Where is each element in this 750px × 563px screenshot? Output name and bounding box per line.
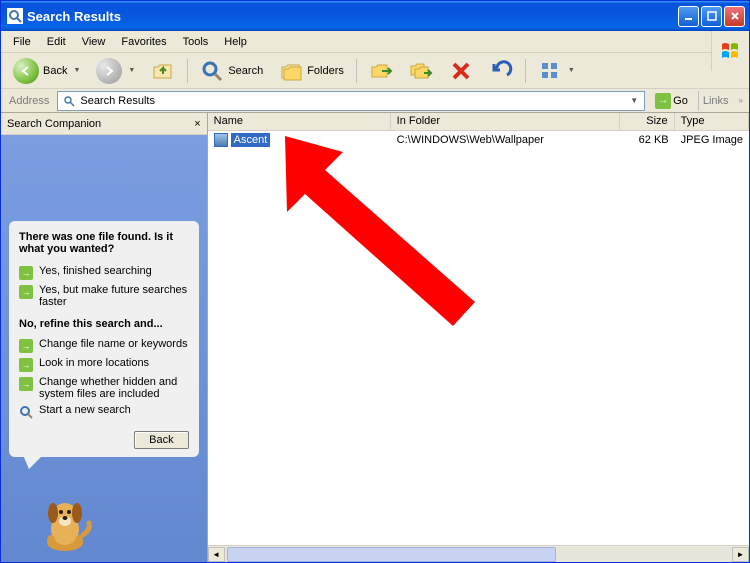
addressbar: Address Search Results ▼ → Go Links » — [1, 89, 749, 113]
menu-tools[interactable]: Tools — [175, 34, 217, 50]
opt-new-search[interactable]: Start a new search — [19, 402, 189, 421]
menu-file[interactable]: File — [5, 34, 39, 50]
scroll-track[interactable] — [225, 547, 732, 562]
search-icon — [200, 59, 224, 83]
folder-up-icon — [151, 59, 175, 83]
companion-back-button[interactable]: Back — [134, 431, 188, 449]
move-to-icon — [369, 59, 393, 83]
views-button[interactable]: ▼ — [532, 56, 581, 86]
titlebar[interactable]: Search Results — [1, 1, 749, 31]
go-icon: → — [655, 93, 671, 109]
horizontal-scrollbar[interactable]: ◄ ► — [208, 545, 749, 562]
opt-more-locations[interactable]: →Look in more locations — [19, 355, 189, 374]
image-file-icon — [214, 133, 228, 147]
links-label[interactable]: Links — [698, 91, 733, 111]
opt-finished[interactable]: →Yes, finished searching — [19, 263, 189, 282]
opt-hidden-system[interactable]: →Change whether hidden and system files … — [19, 374, 189, 402]
search-results-icon — [62, 94, 76, 108]
search-companion-pane: There was one file found. Is it what you… — [1, 135, 207, 562]
result-row[interactable]: Ascent C:\WINDOWS\Web\Wallpaper 62 KB JP… — [208, 131, 749, 148]
col-name[interactable]: Name — [208, 113, 391, 130]
arrow-icon: → — [19, 377, 33, 391]
col-type[interactable]: Type — [675, 113, 749, 130]
opt-change-name[interactable]: →Change file name or keywords — [19, 336, 189, 355]
maximize-button[interactable] — [701, 6, 722, 27]
copy-to-button[interactable] — [403, 56, 439, 86]
menu-view[interactable]: View — [74, 34, 114, 50]
search-icon — [19, 405, 33, 419]
arrow-icon: → — [19, 358, 33, 372]
menu-edit[interactable]: Edit — [39, 34, 74, 50]
address-label: Address — [5, 95, 53, 107]
window-title: Search Results — [27, 9, 121, 24]
balloon-heading: There was one file found. Is it what you… — [19, 231, 189, 255]
undo-icon — [489, 59, 513, 83]
companion-balloon: There was one file found. Is it what you… — [9, 221, 199, 457]
views-icon — [538, 59, 562, 83]
results-list: Name In Folder Size Type Ascent C:\WINDO… — [208, 113, 749, 562]
windows-flag-icon — [711, 31, 749, 71]
up-button[interactable] — [145, 56, 181, 86]
minimize-button[interactable] — [678, 6, 699, 27]
delete-button[interactable] — [443, 56, 479, 86]
app-icon — [7, 8, 23, 24]
menu-help[interactable]: Help — [216, 34, 255, 50]
search-companion-header: Search Companion × — [1, 113, 207, 135]
chevron-down-icon: ▼ — [73, 67, 80, 74]
arrow-icon: → — [19, 339, 33, 353]
copy-to-icon — [409, 59, 433, 83]
move-to-button[interactable] — [363, 56, 399, 86]
opt-faster[interactable]: →Yes, but make future searches faster — [19, 282, 189, 310]
chevron-down-icon: ▼ — [128, 67, 135, 74]
scroll-thumb[interactable] — [227, 547, 557, 562]
chevron-down-icon[interactable]: ▼ — [630, 96, 640, 105]
address-input[interactable]: Search Results ▼ — [57, 91, 645, 111]
forward-icon — [96, 58, 122, 84]
undo-button[interactable] — [483, 56, 519, 86]
col-folder[interactable]: In Folder — [391, 113, 620, 130]
search-button[interactable]: Search — [194, 56, 269, 86]
menu-favorites[interactable]: Favorites — [113, 34, 174, 50]
close-pane-button[interactable]: × — [194, 118, 200, 130]
delete-icon — [449, 59, 473, 83]
chevron-down-icon: ▼ — [568, 67, 575, 74]
refine-heading: No, refine this search and... — [19, 318, 189, 330]
links-chevron-icon[interactable]: » — [737, 96, 745, 105]
folders-button[interactable]: Folders — [273, 56, 350, 86]
arrow-icon: → — [19, 266, 33, 280]
forward-button[interactable]: ▼ — [90, 55, 141, 87]
scroll-right-button[interactable]: ► — [732, 547, 749, 562]
search-dog-icon[interactable] — [35, 497, 95, 556]
arrow-icon: → — [19, 285, 33, 299]
folders-icon — [279, 59, 303, 83]
column-headers: Name In Folder Size Type — [208, 113, 749, 131]
scroll-left-button[interactable]: ◄ — [208, 547, 225, 562]
col-size[interactable]: Size — [620, 113, 675, 130]
back-button[interactable]: Back ▼ — [7, 55, 86, 87]
toolbar: Back ▼ ▼ Search Folders — [1, 53, 749, 89]
go-button[interactable]: → Go — [649, 91, 694, 111]
menubar: File Edit View Favorites Tools Help — [1, 31, 749, 53]
back-icon — [13, 58, 39, 84]
close-button[interactable] — [724, 6, 745, 27]
